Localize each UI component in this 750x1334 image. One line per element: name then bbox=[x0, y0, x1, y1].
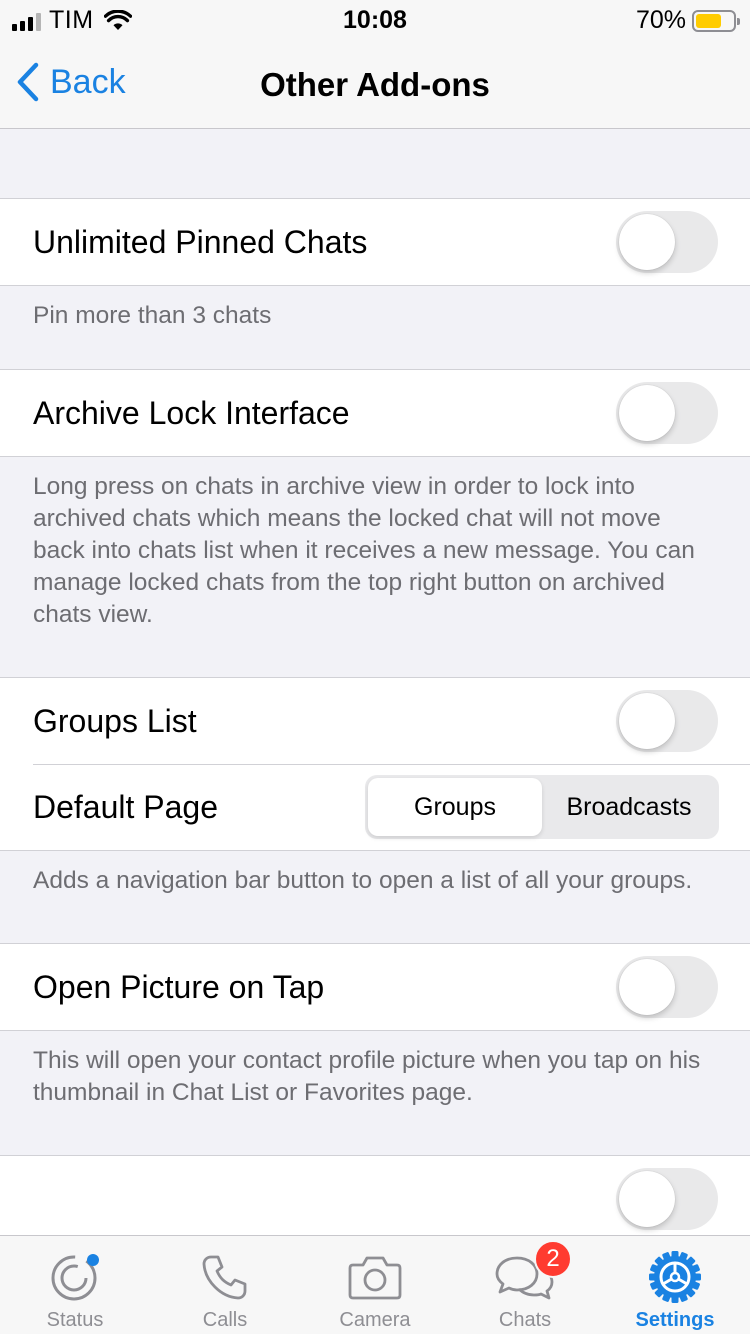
toggle-knob bbox=[619, 1171, 675, 1227]
settings-list[interactable]: Unlimited Pinned Chats Pin more than 3 c… bbox=[0, 129, 750, 1235]
tab-camera[interactable]: Camera bbox=[300, 1236, 450, 1334]
pinned-chats-toggle[interactable] bbox=[616, 211, 718, 273]
phone-icon bbox=[202, 1255, 247, 1300]
archive-lock-row: Archive Lock Interface bbox=[0, 370, 750, 456]
default-page-label: Default Page bbox=[33, 788, 219, 825]
next-toggle[interactable] bbox=[616, 1168, 718, 1230]
open-picture-label: Open Picture on Tap bbox=[33, 968, 325, 1005]
battery-percent: 70% bbox=[635, 6, 686, 34]
default-page-row: Default Page Groups Broadcasts bbox=[0, 764, 750, 850]
battery-fill bbox=[696, 13, 722, 28]
toggle-knob bbox=[619, 214, 675, 270]
tab-calls-label: Calls bbox=[202, 1309, 248, 1331]
tab-settings-label: Settings bbox=[635, 1309, 715, 1331]
next-row bbox=[0, 1156, 750, 1235]
navigation-bar: Back Other Add-ons bbox=[0, 40, 750, 129]
status-right: 70% bbox=[635, 6, 740, 35]
groups-list-row: Groups List bbox=[0, 678, 750, 764]
status-bar: TIM 10:08 70% bbox=[0, 0, 750, 40]
groups-list-footer: Adds a navigation bar button to open a l… bbox=[33, 867, 693, 894]
page-title: Other Add-ons bbox=[260, 66, 490, 103]
groups-list-toggle[interactable] bbox=[616, 690, 718, 752]
tab-status-label: Status bbox=[46, 1309, 104, 1331]
open-picture-section: Open Picture on Tap bbox=[0, 943, 750, 1031]
tab-camera-label: Camera bbox=[339, 1309, 411, 1331]
tab-settings[interactable]: Settings bbox=[600, 1236, 750, 1334]
tab-status[interactable]: Status bbox=[0, 1236, 150, 1334]
archive-lock-label: Archive Lock Interface bbox=[33, 394, 350, 431]
pinned-chats-label: Unlimited Pinned Chats bbox=[33, 223, 368, 260]
battery-icon bbox=[692, 9, 740, 32]
status-icon bbox=[51, 1254, 99, 1301]
tab-calls[interactable]: Calls bbox=[150, 1236, 300, 1334]
tab-bar: Status Calls Camera 2 Chats Settings bbox=[0, 1235, 750, 1334]
segment-broadcasts[interactable]: Broadcasts bbox=[542, 778, 716, 836]
next-section bbox=[0, 1155, 750, 1235]
pinned-chats-footer: Pin more than 3 chats bbox=[33, 302, 272, 329]
segment-groups[interactable]: Groups bbox=[368, 778, 542, 836]
pinned-chats-section: Unlimited Pinned Chats bbox=[0, 198, 750, 286]
camera-icon bbox=[348, 1256, 402, 1300]
toggle-knob bbox=[619, 693, 675, 749]
open-picture-row: Open Picture on Tap bbox=[0, 944, 750, 1030]
chats-unread-badge: 2 bbox=[534, 1240, 572, 1278]
archive-lock-section: Archive Lock Interface bbox=[0, 369, 750, 457]
open-picture-toggle[interactable] bbox=[616, 956, 718, 1018]
archive-lock-footer: Long press on chats in archive view in o… bbox=[33, 473, 695, 628]
gear-icon bbox=[649, 1251, 701, 1303]
groups-list-section: Groups List Default Page Groups Broadcas… bbox=[0, 677, 750, 851]
tab-chats[interactable]: 2 Chats bbox=[450, 1236, 600, 1334]
tab-chats-label: Chats bbox=[498, 1309, 552, 1331]
archive-lock-toggle[interactable] bbox=[616, 382, 718, 444]
groups-list-label: Groups List bbox=[33, 702, 197, 739]
default-page-segmented-control: Groups Broadcasts bbox=[365, 775, 719, 839]
open-picture-footer: This will open your contact profile pict… bbox=[33, 1047, 701, 1106]
toggle-knob bbox=[619, 385, 675, 441]
pinned-chats-row: Unlimited Pinned Chats bbox=[0, 199, 750, 285]
toggle-knob bbox=[619, 959, 675, 1015]
